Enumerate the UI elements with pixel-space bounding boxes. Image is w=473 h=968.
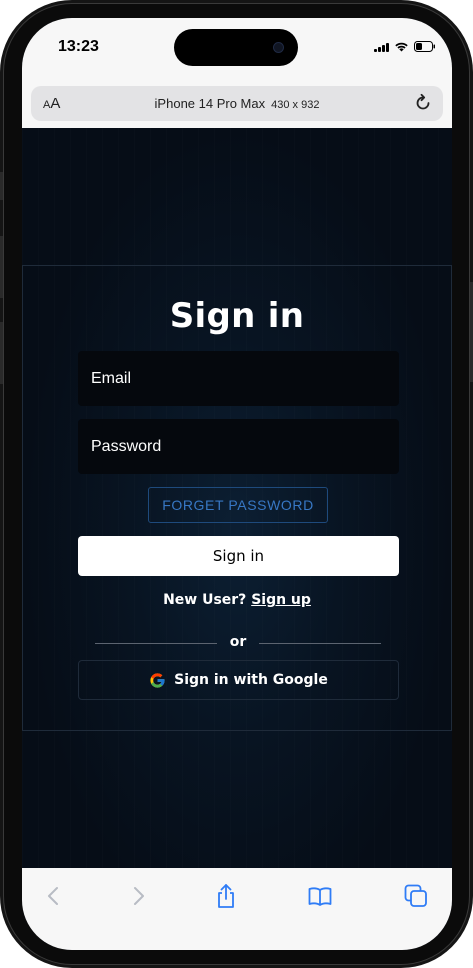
battery-icon bbox=[414, 41, 435, 52]
device-dims: 430 x 932 bbox=[271, 99, 320, 111]
signin-card: Sign in FORGET PASSWORD Sign in New User… bbox=[22, 265, 452, 731]
volume-down-button bbox=[0, 322, 3, 384]
camera-icon bbox=[273, 42, 284, 53]
screen: 13:23 AA iPhone 14 Pro Max 430 x 932 Sig… bbox=[22, 18, 452, 950]
web-content: Sign in FORGET PASSWORD Sign in New User… bbox=[22, 128, 452, 868]
forget-password-button[interactable]: FORGET PASSWORD bbox=[148, 487, 328, 523]
book-icon[interactable] bbox=[306, 882, 334, 910]
address-text[interactable]: iPhone 14 Pro Max 430 x 932 bbox=[31, 96, 443, 111]
password-field[interactable] bbox=[78, 419, 399, 474]
email-field[interactable] bbox=[78, 351, 399, 406]
share-icon[interactable] bbox=[212, 882, 240, 910]
signin-title: Sign in bbox=[169, 296, 305, 336]
browser-toolbar: AA iPhone 14 Pro Max 430 x 932 bbox=[22, 80, 452, 128]
signin-button[interactable]: Sign in bbox=[78, 536, 399, 576]
phone-frame: 13:23 AA iPhone 14 Pro Max 430 x 932 Sig… bbox=[0, 0, 473, 968]
password-input[interactable] bbox=[78, 419, 399, 474]
google-signin-button[interactable]: Sign in with Google bbox=[78, 660, 399, 700]
silent-switch bbox=[0, 172, 3, 200]
wifi-icon bbox=[395, 42, 408, 52]
volume-up-button bbox=[0, 236, 3, 298]
divider-line-right bbox=[259, 643, 381, 644]
google-signin-label: Sign in with Google bbox=[174, 672, 328, 688]
dynamic-island bbox=[174, 29, 298, 66]
email-input[interactable] bbox=[78, 351, 399, 406]
new-user-row: New User? Sign up bbox=[23, 592, 451, 608]
reload-icon[interactable] bbox=[413, 93, 433, 113]
status-bar: 13:23 bbox=[22, 18, 452, 80]
or-divider: or bbox=[95, 634, 381, 654]
cellular-signal-icon bbox=[374, 42, 389, 52]
tabs-icon[interactable] bbox=[402, 882, 430, 910]
divider-text: or bbox=[229, 634, 247, 650]
status-icons bbox=[374, 41, 436, 52]
signup-link[interactable]: Sign up bbox=[251, 592, 311, 608]
google-icon bbox=[150, 672, 165, 688]
chevron-right-icon[interactable] bbox=[124, 882, 152, 910]
chevron-left-icon[interactable] bbox=[40, 882, 68, 910]
status-time: 13:23 bbox=[58, 38, 99, 55]
device-name: iPhone 14 Pro Max bbox=[154, 96, 266, 111]
address-bar[interactable]: AA iPhone 14 Pro Max 430 x 932 bbox=[31, 86, 443, 121]
new-user-text: New User? bbox=[163, 592, 247, 608]
browser-bottom-bar bbox=[22, 868, 452, 950]
